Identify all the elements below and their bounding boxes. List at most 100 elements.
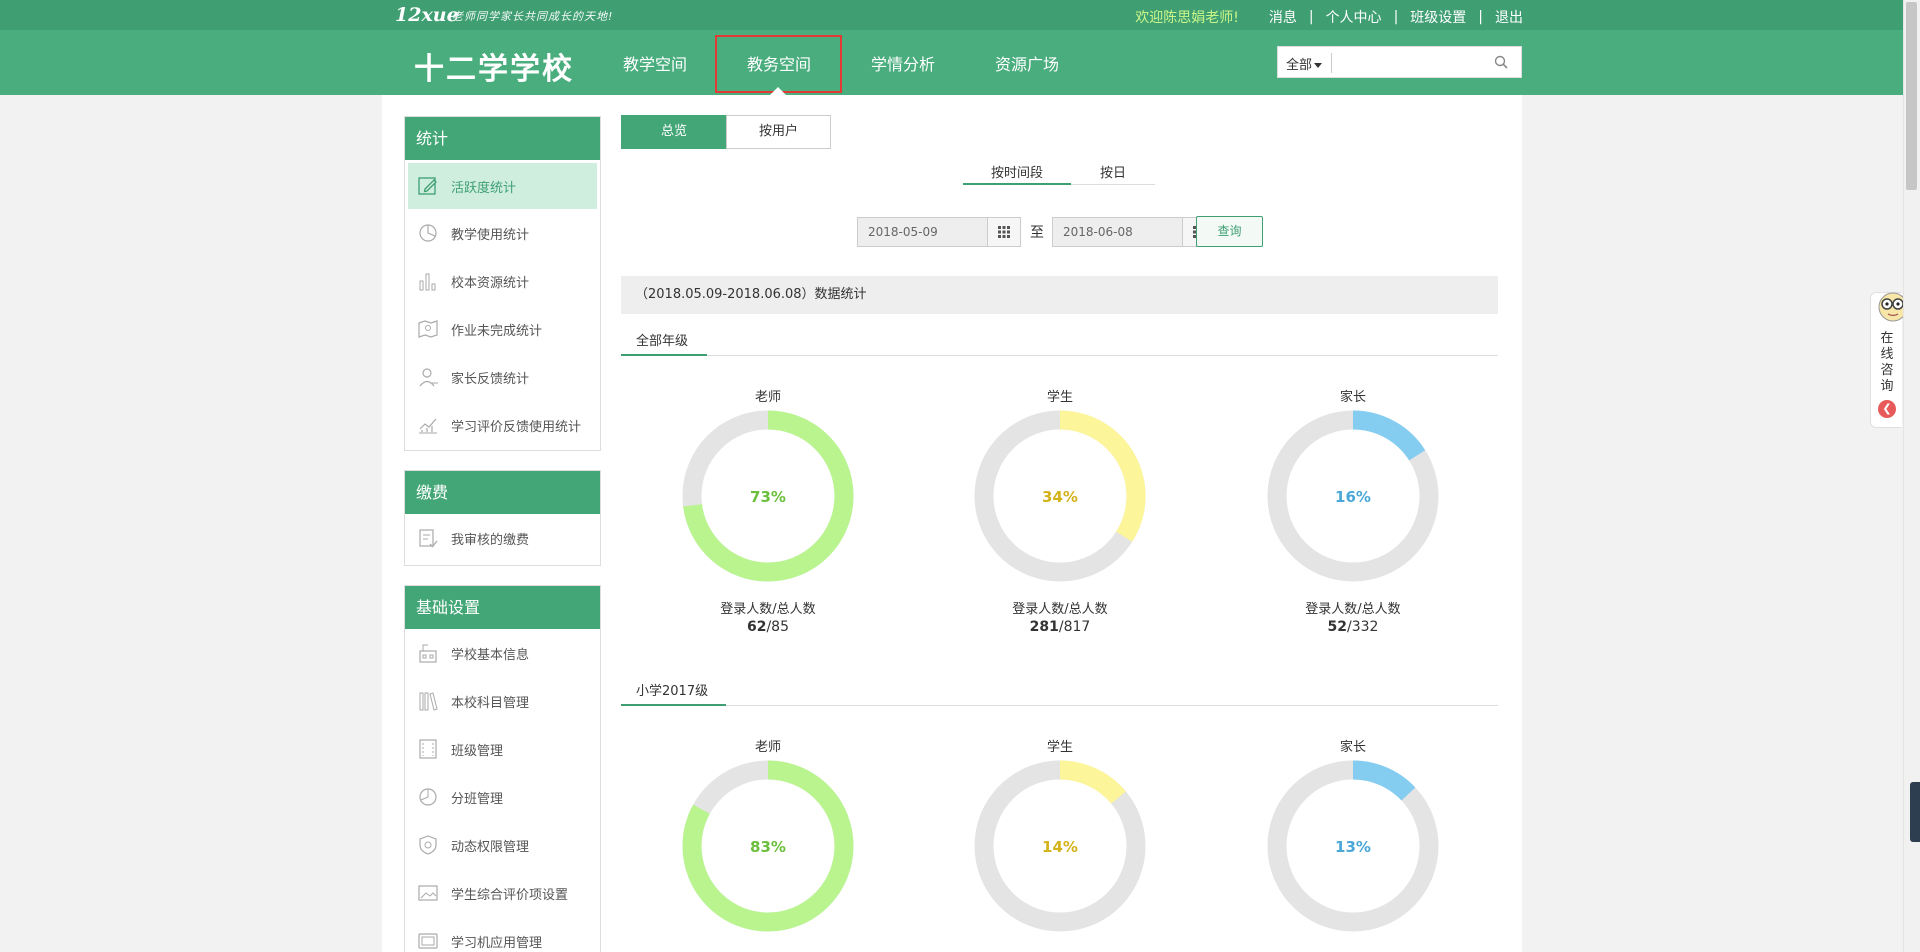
scrollbar-thumb[interactable]	[1906, 2, 1917, 190]
sidebar-item-teaching-usage[interactable]: 教学使用统计	[405, 209, 600, 257]
total-count: /85	[766, 619, 789, 635]
line-chart-icon	[419, 418, 437, 434]
date-to-separator: 至	[1030, 225, 1044, 241]
donut-caption: 登录人数/总人数	[720, 602, 816, 617]
split-icon	[419, 788, 437, 806]
logout-link[interactable]: 退出	[1495, 7, 1523, 27]
donut-role: 学生	[1046, 390, 1073, 405]
sidebar-item-parent-feedback[interactable]: 家长反馈统计	[405, 353, 600, 401]
section-title-all-grades[interactable]: 全部年级	[636, 330, 688, 349]
link-separator: |	[1308, 9, 1314, 25]
sidebar-item-label: 校本资源统计	[451, 275, 530, 291]
nav-academic-space[interactable]: 教务空间	[747, 51, 811, 75]
range-tab-active-indicator	[963, 183, 1071, 185]
sidebar-item-class-split[interactable]: 分班管理	[405, 773, 600, 821]
sidebar-item-evaluation-feedback[interactable]: 学习评价反馈使用统计	[405, 401, 600, 449]
sidebar-item-payment-review[interactable]: 我审核的缴费	[405, 514, 600, 562]
messages-link[interactable]: 消息	[1269, 7, 1297, 27]
search-scope-label: 全部	[1286, 58, 1313, 73]
section-divider	[621, 355, 1498, 356]
sidebar-item-label: 学生综合评价项设置	[451, 887, 569, 903]
section-active-indicator	[621, 354, 707, 356]
nav-teaching-space[interactable]: 教学空间	[623, 51, 687, 75]
donut-chart: 34%	[974, 410, 1146, 582]
donut-chart: 14%	[974, 760, 1146, 932]
donut-chart: 73%	[682, 410, 854, 582]
total-count: /817	[1058, 619, 1091, 635]
sidebar-item-learning-device-apps[interactable]: 学习机应用管理	[405, 917, 600, 952]
sidebar-item-label: 学校基本信息	[451, 647, 530, 663]
donut-parent-2017: 家长 13%	[1253, 736, 1453, 936]
tablet-icon	[418, 933, 438, 949]
search-box: 全部	[1277, 46, 1522, 78]
sidebar-item-activity-stats[interactable]: 活跃度统计	[408, 163, 597, 209]
donut-caption: 登录人数/总人数	[1305, 602, 1401, 617]
tab-by-user[interactable]: 按用户	[726, 115, 831, 149]
total-count: /332	[1347, 619, 1379, 635]
school-name[interactable]: 十二学学校	[414, 44, 574, 88]
sidebar-item-resource-stats[interactable]: 校本资源统计	[405, 257, 600, 305]
tab-by-day[interactable]: 按日	[1071, 162, 1155, 181]
donut-chart: 83%	[682, 760, 854, 932]
tab-by-period[interactable]: 按时间段	[963, 162, 1071, 181]
donut-percent-label: 73%	[750, 488, 786, 506]
pie-chart-icon	[419, 224, 437, 242]
donut-percent-label: 16%	[1335, 488, 1371, 506]
section-title-primary-2017[interactable]: 小学2017级	[636, 680, 708, 699]
logged-count: 62	[746, 619, 767, 635]
nav-resource-square[interactable]: 资源广场	[995, 51, 1059, 75]
donut-chart: 13%	[1267, 760, 1439, 932]
search-divider	[1331, 53, 1332, 73]
sidebar-item-subject-management[interactable]: 本校科目管理	[405, 677, 600, 725]
date-from-value: 2018-05-09	[868, 225, 938, 239]
sidebar-item-label: 本校科目管理	[451, 695, 530, 711]
bar-chart-icon	[419, 273, 436, 291]
site-logo[interactable]: 12xue	[395, 4, 459, 26]
logged-count: 52	[1327, 619, 1348, 635]
date-to-field[interactable]: 2018-06-08	[1052, 217, 1216, 247]
online-consult-widget[interactable]: 在线咨询 ❮	[1870, 292, 1908, 428]
top-links: 欢迎陈思娟老师! 消息 | 个人中心 | 班级设置 | 退出	[1135, 7, 1523, 27]
profile-link[interactable]: 个人中心	[1326, 7, 1382, 27]
donut-role: 家长	[1339, 740, 1366, 755]
sidebar-item-class-management[interactable]: 班级管理	[405, 725, 600, 773]
sidebar-item-label: 学习机应用管理	[451, 935, 543, 951]
date-to-value: 2018-06-08	[1063, 225, 1133, 239]
donut-percent-label: 34%	[1042, 488, 1078, 506]
site-slogan: 老师同学家长共同成长的天地!	[452, 10, 614, 23]
books-icon	[419, 692, 438, 711]
sidebar-item-label: 动态权限管理	[451, 839, 530, 855]
donut-percent-label: 83%	[750, 838, 786, 856]
main-nav: 十二学学校 教学空间 教务空间 学情分析 资源广场 全部	[0, 30, 1920, 95]
side-drawer-handle[interactable]	[1910, 782, 1920, 842]
user-icon	[419, 368, 438, 387]
query-button[interactable]: 查询	[1196, 216, 1263, 247]
sidebar-item-label: 分班管理	[451, 791, 504, 807]
donut-counts: 281/817	[960, 619, 1160, 635]
tab-overview[interactable]: 总览	[621, 115, 727, 149]
sidebar-item-permission-management[interactable]: 动态权限管理	[405, 821, 600, 869]
link-separator: |	[1478, 9, 1483, 25]
donut-role: 家长	[1339, 390, 1366, 405]
sidebar-item-evaluation-settings[interactable]: 学生综合评价项设置	[405, 869, 600, 917]
donut-role: 老师	[754, 390, 781, 405]
sidebar-item-homework-incomplete[interactable]: 作业未完成统计	[405, 305, 600, 353]
class-icon	[419, 739, 437, 759]
sidebar-item-school-info[interactable]: 学校基本信息	[405, 629, 600, 677]
calendar-icon[interactable]	[987, 218, 1020, 246]
search-scope-select[interactable]: 全部	[1286, 54, 1323, 73]
search-icon[interactable]	[1494, 55, 1508, 69]
donut-caption: 登录人数/总人数	[1012, 602, 1108, 617]
class-settings-link[interactable]: 班级设置	[1410, 7, 1466, 27]
date-from-field[interactable]: 2018-05-09	[857, 217, 1021, 247]
audit-icon	[419, 529, 438, 548]
panel-title-base-settings: 基础设置	[405, 586, 600, 629]
search-input[interactable]	[1336, 50, 1486, 74]
chevron-left-icon[interactable]: ❮	[1878, 400, 1896, 418]
section-active-indicator	[621, 704, 726, 706]
nav-learning-analysis[interactable]: 学情分析	[871, 51, 935, 75]
sidebar-item-label: 学习评价反馈使用统计	[451, 419, 582, 435]
consult-label: 在线咨询	[1880, 331, 1894, 394]
donut-percent-label: 14%	[1042, 838, 1078, 856]
sidebar-item-label: 教学使用统计	[451, 227, 530, 243]
